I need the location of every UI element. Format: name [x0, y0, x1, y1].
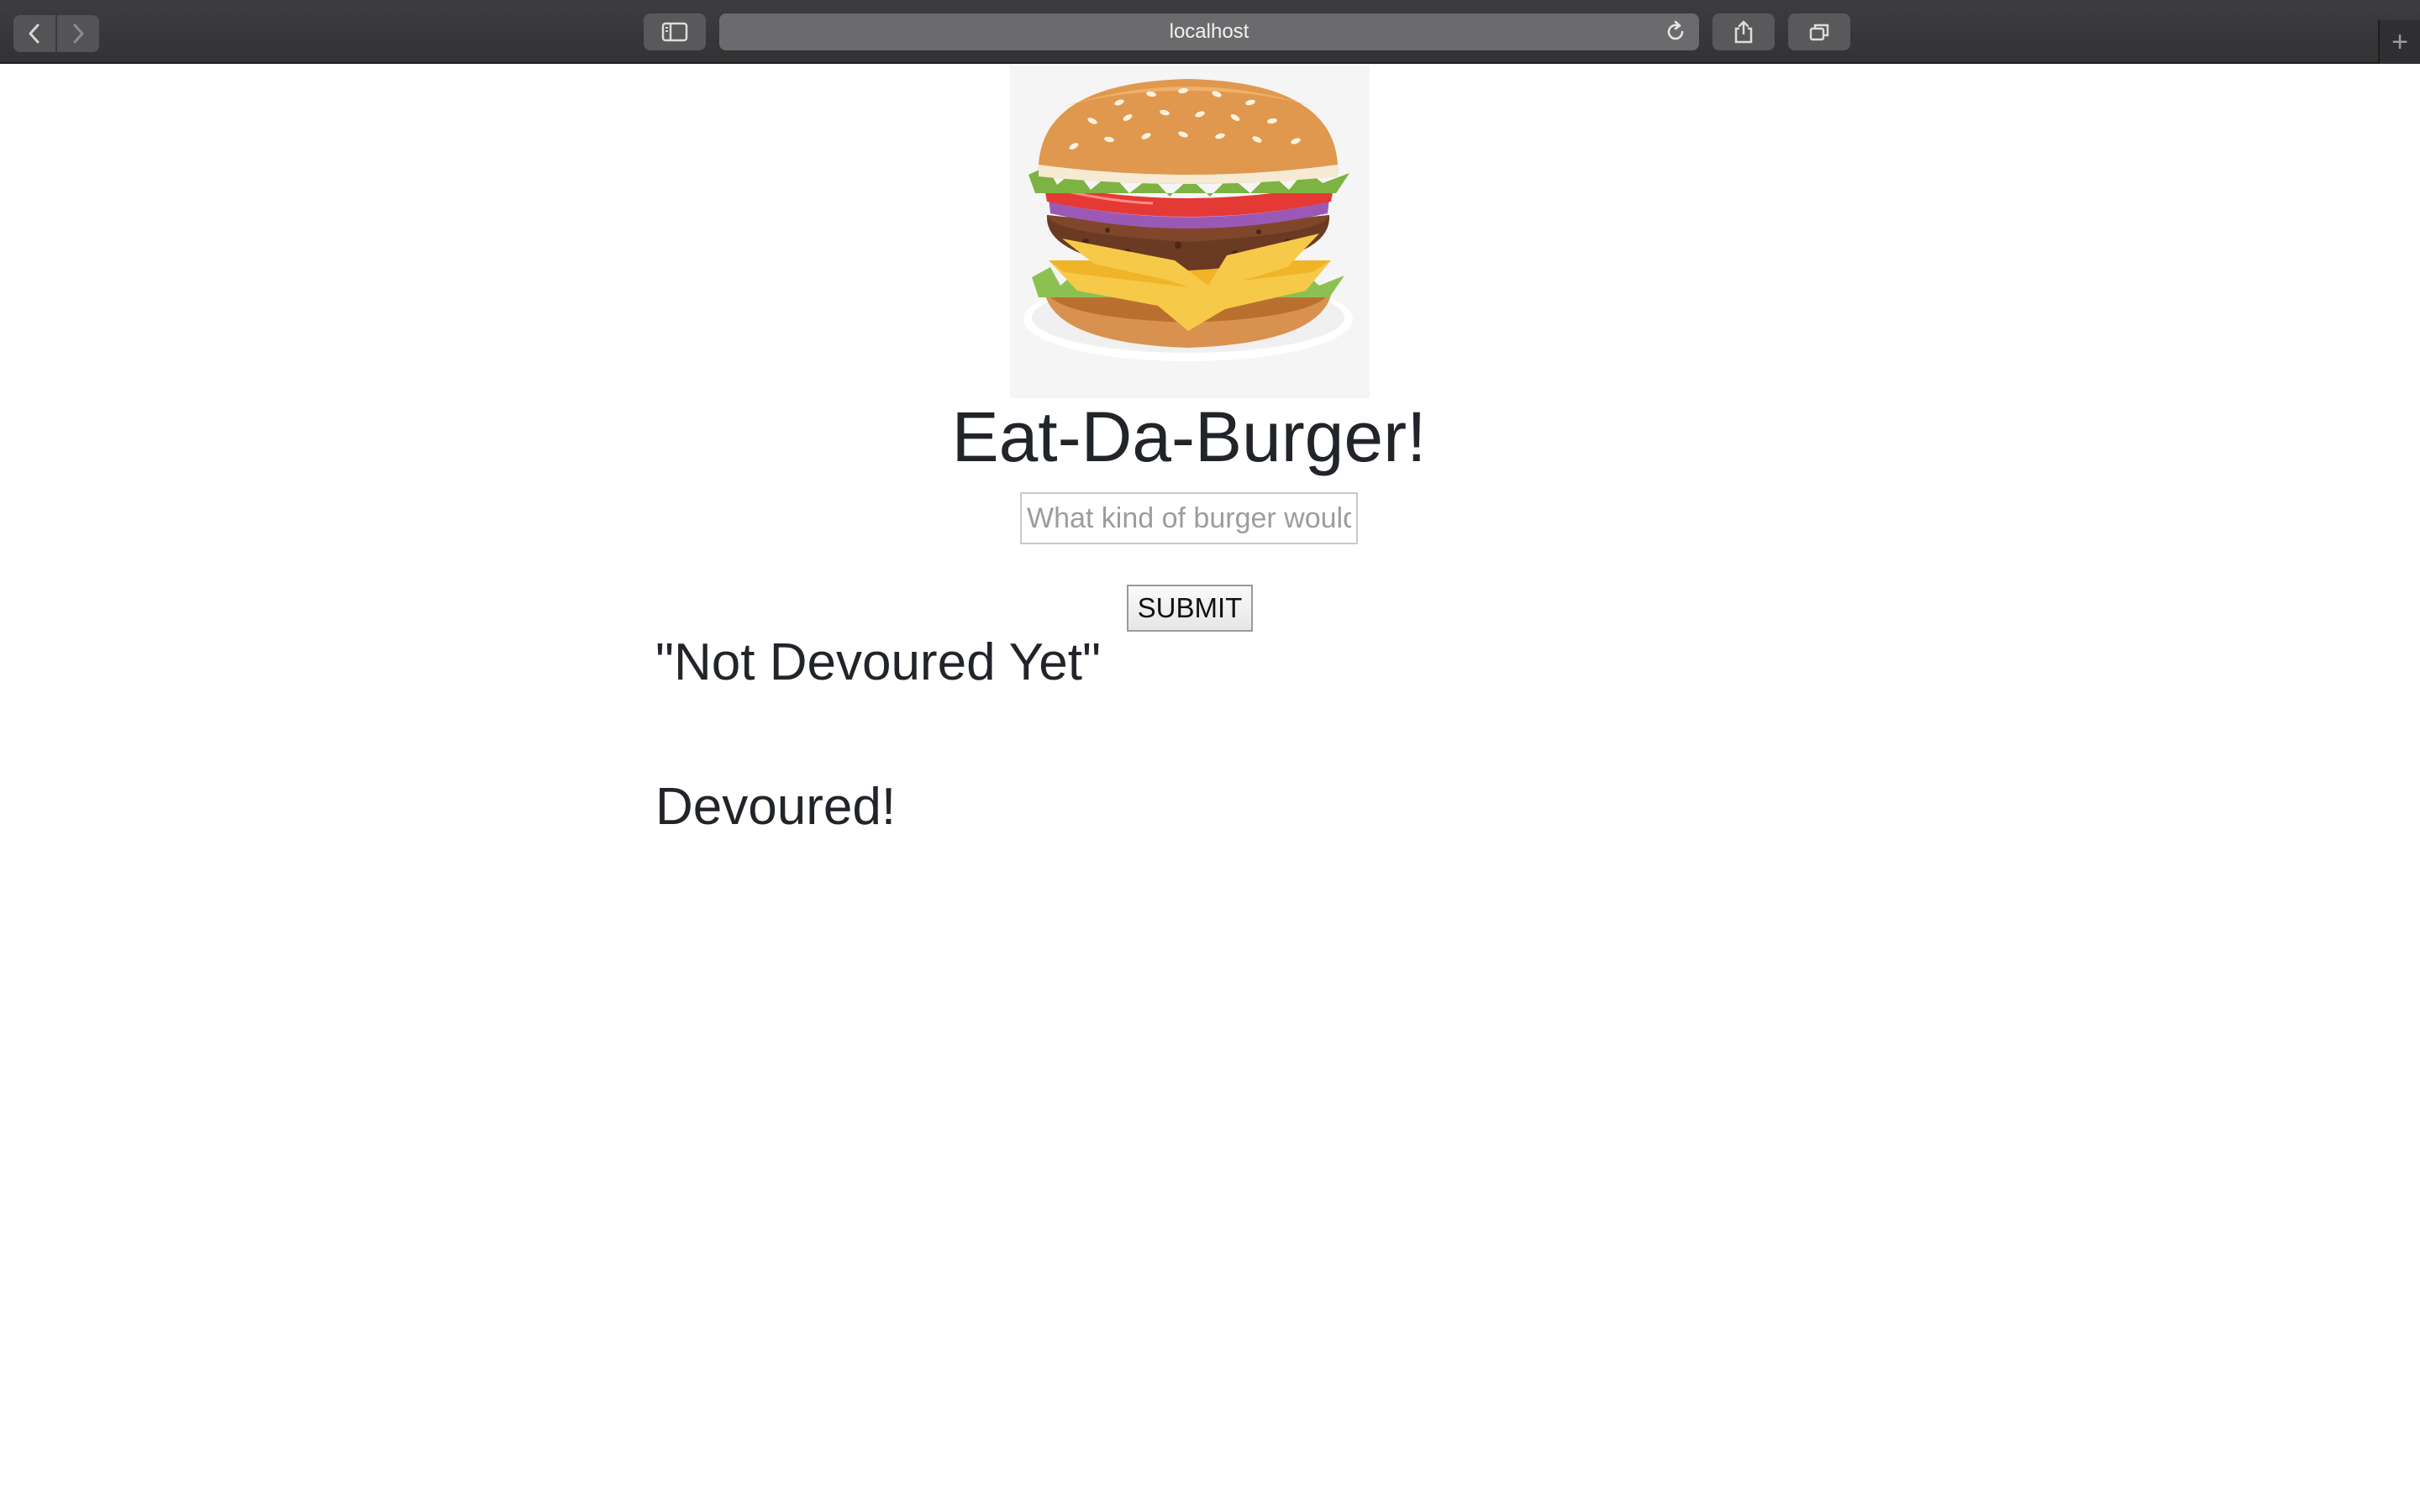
new-tab-button[interactable]: + [2378, 20, 2420, 64]
page-content: Eat-Da-Burger! SUBMIT "Not Devoured Yet"… [0, 64, 2420, 1512]
sidebar-toggle-button[interactable] [644, 13, 706, 50]
burger-name-input[interactable] [1020, 492, 1358, 544]
share-button[interactable] [1712, 13, 1775, 50]
not-devoured-heading: "Not Devoured Yet" [655, 633, 1102, 691]
tab-overview-button[interactable] [1788, 13, 1850, 50]
back-button[interactable] [13, 15, 55, 52]
plus-icon: + [2391, 25, 2408, 58]
page-title: Eat-Da-Burger! [951, 397, 1427, 476]
tabs-overview-icon [1809, 24, 1829, 41]
hamburger-illustration [1023, 79, 1353, 361]
address-bar[interactable]: localhost [719, 13, 1699, 50]
navigation-buttons [13, 15, 99, 52]
browser-toolbar: localhost + [0, 0, 2420, 64]
forward-button[interactable] [55, 15, 99, 52]
share-icon [1734, 20, 1753, 44]
burger-image [1010, 66, 1370, 398]
submit-button[interactable]: SUBMIT [1127, 585, 1253, 632]
sidebar-icon [661, 22, 688, 42]
reload-icon[interactable] [1664, 20, 1687, 44]
url-text: localhost [1169, 20, 1249, 43]
devoured-heading: Devoured! [655, 778, 897, 836]
chevron-right-icon [73, 24, 84, 44]
chevron-left-icon [29, 24, 39, 44]
